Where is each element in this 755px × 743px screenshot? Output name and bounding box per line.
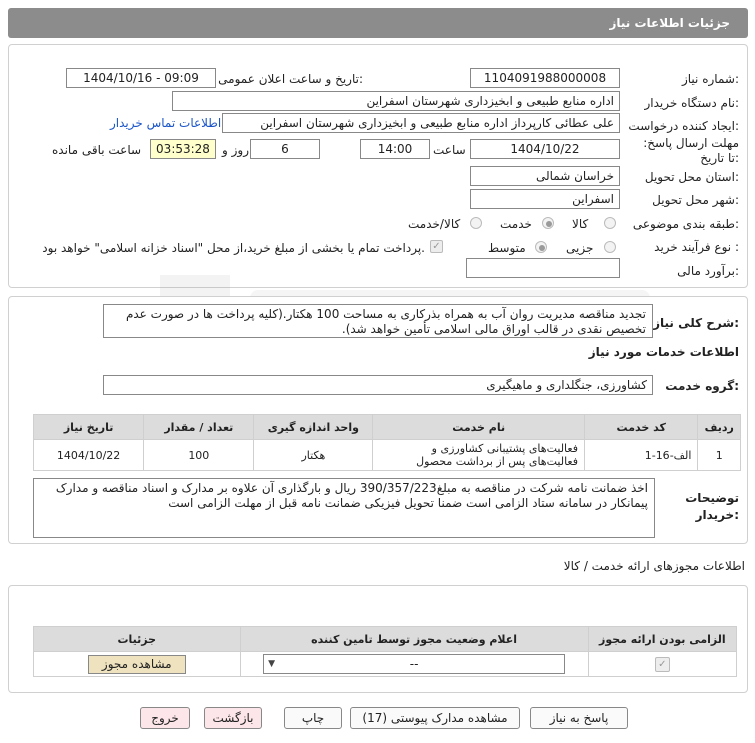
remaining-time-label: ساعت باقی مانده — [52, 143, 142, 157]
deadline-time-label: ساعت — [433, 143, 466, 157]
description-textarea: تجدید مناقصه مدیریت روان آب به همراه بذر… — [103, 304, 653, 338]
treasury-payment-note: پرداخت تمام یا بخشی از مبلغ خرید،از محل … — [42, 241, 425, 255]
cell-unit: هکتار — [253, 439, 374, 471]
cell-qty: 100 — [143, 439, 255, 471]
cell-permit-details: مشاهده مجوز — [33, 651, 241, 677]
treasury-checkbox[interactable]: ✓ — [430, 240, 443, 253]
buyer-contact-link[interactable]: اطلاعات تماس خریدار — [110, 116, 221, 130]
buyer-org-field: اداره منابع طبیعی و ابخیزداری شهرستان اس… — [172, 91, 620, 111]
buyer-notes-label: توضیحات خریدار: — [685, 491, 739, 522]
days-field: 6 — [250, 139, 320, 159]
services-table-header: ردیف کد خدمت نام خدمت واحد اندازه گیری ت… — [32, 414, 741, 440]
attachments-button[interactable]: مشاهده مدارک پیوستی (17) — [350, 707, 520, 729]
process-option-minor-label: جزیی — [566, 241, 594, 255]
category-option-both-label: کالا/خدمت — [408, 217, 461, 231]
cell-permit-required: ✓ — [587, 651, 738, 677]
service-group-label: گروه خدمت: — [665, 379, 739, 393]
budget-field — [466, 258, 620, 278]
back-button[interactable]: بازگشت — [204, 707, 262, 729]
description-label: شرح کلی نیاز: — [653, 316, 739, 330]
process-option-medium-radio[interactable] — [535, 241, 547, 253]
announce-date-field: 1404/10/16 - 09:09 — [66, 68, 216, 88]
table-row: 1 الف-16-1 فعالیت‌های پشتیبانی کشاورزی و… — [32, 439, 741, 471]
process-label: نوع فرآیند خرید : — [654, 240, 739, 254]
col-date: تاریخ نیاز — [32, 414, 145, 440]
page-header: جزئیات اطلاعات نیاز — [8, 8, 748, 38]
col-qty: تعداد / مقدار — [143, 414, 255, 440]
permit-required-checkbox: ✓ — [654, 656, 670, 672]
creator-field: علی عطائی کارپرداز اداره منابع طبیعی و ا… — [222, 113, 620, 133]
buyer-notes-textarea: اخذ ضمانت نامه شرکت در مناقصه به مبلغ390… — [33, 478, 655, 538]
category-label: طبقه بندی موضوعی: — [632, 217, 739, 231]
page-title: جزئیات اطلاعات نیاز — [609, 16, 730, 30]
days-label: روز و — [222, 143, 249, 157]
category-option-service-label: خدمت — [500, 217, 532, 231]
city-field: اسفراین — [470, 189, 620, 209]
cell-date: 1404/10/22 — [32, 439, 145, 471]
deadline-label: مهلت ارسال پاسخ: تا تاریخ: — [643, 136, 739, 165]
col-code: کد خدمت — [583, 414, 699, 440]
col-permit-status: اعلام وضعیت مجوز توسط تامین کننده — [239, 626, 589, 652]
city-label: شهر محل تحویل: — [652, 193, 739, 207]
process-option-minor-radio[interactable] — [604, 241, 616, 253]
col-unit: واحد اندازه گیری — [253, 414, 374, 440]
print-button[interactable]: چاپ — [284, 707, 342, 729]
permits-section-title: اطلاعات مجوزهای ارائه خدمت / کالا — [563, 559, 745, 573]
deadline-date-field: 1404/10/22 — [470, 139, 620, 159]
category-option-goods-label: کالا — [572, 217, 589, 231]
category-option-goods-radio[interactable] — [604, 217, 616, 229]
need-number-label: شماره نیاز: — [681, 72, 739, 86]
col-permit-details: جزئیات — [33, 626, 241, 652]
chevron-down-icon: ▼ — [268, 659, 276, 669]
exit-button[interactable]: خروج — [140, 707, 190, 729]
col-permit-required: الزامی بودن ارائه مجوز — [587, 626, 738, 652]
cell-permit-status: -- ▼ — [239, 651, 589, 677]
province-field: خراسان شمالی — [470, 166, 620, 186]
province-label: استان محل تحویل: — [644, 170, 739, 184]
announce-date-label: تاریخ و ساعت اعلان عمومی: — [218, 72, 363, 86]
cell-name: فعالیت‌های پشتیبانی کشاورزی و فعالیت‌های… — [372, 439, 585, 471]
budget-label: برآورد مالی: — [677, 264, 739, 278]
category-option-service-radio[interactable] — [542, 217, 554, 229]
service-group-field: کشاورزی، جنگلداری و ماهیگیری — [103, 375, 653, 395]
creator-label: ایجاد کننده درخواست: — [628, 119, 739, 133]
remaining-time-field: 03:53:28 — [150, 139, 216, 159]
table-row: ✓ -- ▼ مشاهده مجوز — [33, 651, 738, 677]
permits-table: الزامی بودن ارائه مجوز اعلام وضعیت مجوز … — [33, 626, 738, 677]
permits-table-header: الزامی بودن ارائه مجوز اعلام وضعیت مجوز … — [33, 626, 738, 652]
services-section-title: اطلاعات خدمات مورد نیاز — [588, 345, 739, 359]
buyer-org-label: نام دستگاه خریدار: — [644, 96, 740, 110]
deadline-time-field: 14:00 — [360, 139, 430, 159]
permit-status-select[interactable]: -- ▼ — [263, 654, 566, 674]
permit-status-value: -- — [409, 657, 419, 671]
view-permit-button[interactable]: مشاهده مجوز — [87, 654, 186, 674]
col-row: ردیف — [697, 414, 741, 440]
cell-code: الف-16-1 — [583, 439, 699, 471]
cell-row: 1 — [697, 439, 741, 471]
need-number-field: 1104091988000008 — [470, 68, 620, 88]
col-name: نام خدمت — [372, 414, 585, 440]
reply-button[interactable]: پاسخ به نیاز — [530, 707, 628, 729]
category-option-both-radio[interactable] — [470, 217, 482, 229]
services-table: ردیف کد خدمت نام خدمت واحد اندازه گیری ت… — [32, 414, 741, 471]
process-option-medium-label: متوسط — [488, 241, 526, 255]
